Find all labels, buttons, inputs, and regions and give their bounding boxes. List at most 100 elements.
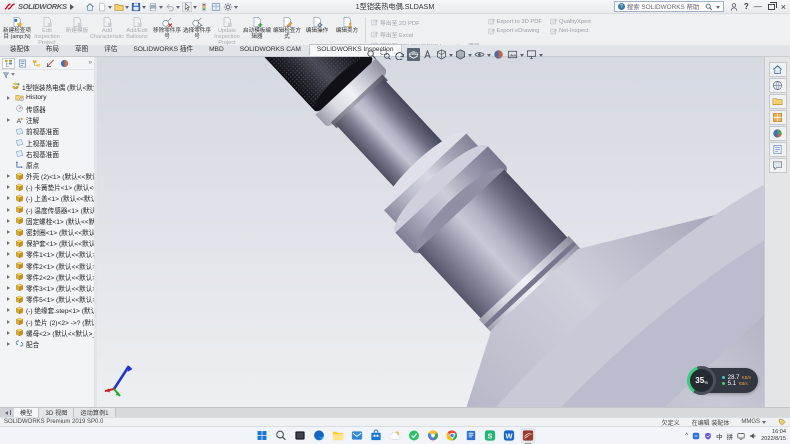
edit-vendors-button[interactable]: 编辑卖方 xyxy=(332,15,362,45)
tree-item[interactable]: (-) 卡簧垫片<1> (默认<<默认>_显 xyxy=(0,182,94,193)
ime-indicator[interactable]: 中 xyxy=(716,431,723,441)
tree-item[interactable]: 零件3<1> (默认<<默认>_显示状态 xyxy=(0,282,94,293)
design-library-icon[interactable] xyxy=(769,78,787,93)
help-search-box[interactable]: ? 搜索 SOLIDWORKS 帮助 xyxy=(614,1,724,12)
expand-arrow-icon[interactable] xyxy=(7,118,12,122)
expand-arrow-icon[interactable] xyxy=(7,264,12,268)
export-item[interactable]: 导出至 2D PDF xyxy=(371,18,480,27)
hide-show-items-caret-icon[interactable] xyxy=(487,54,491,59)
tree-item[interactable]: A注解 xyxy=(0,115,94,126)
shaft-assembly[interactable] xyxy=(97,57,764,407)
expand-arrow-icon[interactable] xyxy=(7,219,12,223)
search-dropdown-caret[interactable] xyxy=(716,6,720,11)
tree-item[interactable]: (-) 温度传感器<1> (默认<<默认>_ xyxy=(0,204,94,215)
dropdown-caret-icon[interactable] xyxy=(234,6,238,11)
dropdown-caret-icon[interactable] xyxy=(176,6,180,11)
display-lights-button[interactable] xyxy=(198,1,210,13)
options-button[interactable] xyxy=(222,1,239,13)
tree-filter-row[interactable] xyxy=(0,70,94,80)
view-settings-caret-icon[interactable] xyxy=(539,54,543,59)
taskbar-app-w-icon[interactable]: W xyxy=(502,428,517,443)
display-cast-icon[interactable] xyxy=(737,432,745,440)
expand-arrow-icon[interactable] xyxy=(7,230,12,234)
save-button[interactable] xyxy=(130,1,147,13)
dropdown-caret-icon[interactable] xyxy=(108,6,112,11)
export-item[interactable]: Net-Inspect xyxy=(550,28,591,35)
dropdown-caret-icon[interactable] xyxy=(125,6,129,11)
doc-tab-3D-视图[interactable]: 3D 视图 xyxy=(39,408,74,417)
taskbar-store-icon[interactable] xyxy=(369,428,384,443)
3d-model[interactable] xyxy=(97,57,764,407)
edit-methods-button[interactable]: 编辑检查方式 xyxy=(272,15,302,45)
home-icon[interactable] xyxy=(769,62,787,77)
expand-arrow-icon[interactable] xyxy=(7,320,12,324)
view-settings-button[interactable] xyxy=(525,48,538,61)
expand-arrow-icon[interactable] xyxy=(7,297,12,301)
expand-arrow-icon[interactable] xyxy=(7,331,12,335)
dimxpertmanager-tab[interactable] xyxy=(44,58,57,69)
tree-item[interactable]: 螺母<2> (默认<<默认>_显示状态 xyxy=(0,327,94,338)
tree-item[interactable]: 密封圈<1> (默认<<默认>_显示状 xyxy=(0,226,94,237)
tree-item[interactable]: 固定螺栓<1> (默认<<默认>_显示 xyxy=(0,215,94,226)
apply-scene-button[interactable] xyxy=(506,48,519,61)
tray-expand-icon[interactable]: ^ xyxy=(685,433,688,439)
menu-expand-arrow[interactable] xyxy=(70,4,77,10)
tree-item[interactable]: 零件2<2> (默认<<默认>_显示状态 xyxy=(0,271,94,282)
ribbon-tab-布局[interactable]: 布局 xyxy=(38,41,67,56)
update-inspection-project-button[interactable]: Update Inspection Project xyxy=(212,15,242,45)
taskbar-start-icon[interactable] xyxy=(255,428,270,443)
panel-tabs-overflow-icon[interactable]: » xyxy=(89,60,92,66)
edit-appearance-button[interactable] xyxy=(492,48,505,61)
launch-template-editor-button[interactable]: 启动模板编辑器 xyxy=(242,15,272,45)
expand-arrow-icon[interactable] xyxy=(7,286,12,290)
graphics-viewport[interactable]: 35% 28.7KB/s5.1KB/s xyxy=(97,57,764,407)
zoom-area-button[interactable] xyxy=(379,48,392,61)
expand-arrow-icon[interactable] xyxy=(7,252,12,256)
network-monitor-overlay[interactable]: 35% 28.7KB/s5.1KB/s xyxy=(689,368,758,393)
export-item[interactable]: QualityXpert xyxy=(550,18,591,25)
tree-item[interactable]: (-) 上盖<1> (默认<<默认>_显示状 xyxy=(0,193,94,204)
tree-item[interactable]: 零件5<1> (默认<<默认>_显示状态 xyxy=(0,294,94,305)
tree-item[interactable]: 配合 xyxy=(0,338,94,349)
tree-item[interactable]: 外壳 (2)<1> (默认<<默认>_显示状 xyxy=(0,171,94,182)
restore-button[interactable] xyxy=(768,4,775,10)
expand-arrow-icon[interactable] xyxy=(7,275,12,279)
expand-arrow-icon[interactable] xyxy=(7,208,12,212)
ribbon-tab-评估[interactable]: 评估 xyxy=(96,41,125,56)
tree-item[interactable]: 零件1<1> (默认<<默认>_显示状态 xyxy=(0,249,94,260)
ribbon-tab-solidworks-cam[interactable]: SOLIDWORKS CAM xyxy=(232,44,309,56)
new-document-button[interactable] xyxy=(96,1,113,13)
configurationmanager-tab[interactable] xyxy=(30,58,43,69)
search-icon[interactable] xyxy=(705,3,713,11)
doc-tab-模型[interactable]: 模型 xyxy=(14,408,39,417)
sign-in-icon[interactable] xyxy=(729,2,739,12)
volume-icon[interactable] xyxy=(749,432,757,440)
tray-app-icon[interactable] xyxy=(692,432,700,440)
propertymanager-tab[interactable] xyxy=(16,58,29,69)
select-button[interactable] xyxy=(181,1,198,13)
tree-item[interactable]: 前视基准面 xyxy=(0,126,94,137)
taskbar-task-view-icon[interactable] xyxy=(293,428,308,443)
close-button[interactable]: × xyxy=(781,3,786,11)
undo-button[interactable] xyxy=(164,1,181,13)
export-item[interactable]: Export to 3D PDF xyxy=(488,18,542,25)
clock[interactable]: 16:04 2022/8/15 xyxy=(761,429,786,441)
expand-arrow-icon[interactable] xyxy=(7,174,12,178)
ime-mode-indicator[interactable]: 拼 xyxy=(727,431,734,441)
view-orientation-button[interactable] xyxy=(435,48,448,61)
annotation-views-button[interactable] xyxy=(421,48,434,61)
taskbar-chrome-icon[interactable] xyxy=(445,428,460,443)
display-style-button[interactable] xyxy=(454,48,467,61)
file-explorer-icon[interactable] xyxy=(769,94,787,109)
expand-arrow-icon[interactable] xyxy=(7,241,12,245)
section-view-button[interactable] xyxy=(407,48,420,61)
taskbar-edge-icon[interactable] xyxy=(312,428,327,443)
ribbon-tab-装配体[interactable]: 装配体 xyxy=(2,41,38,56)
display-grid-button[interactable] xyxy=(210,1,222,13)
taskbar-search-icon[interactable] xyxy=(274,428,289,443)
appearances-icon[interactable] xyxy=(769,126,787,141)
ribbon-tab-草图[interactable]: 草图 xyxy=(67,41,96,56)
taskbar-app-colorwheel-icon[interactable] xyxy=(426,428,441,443)
taskbar-mail-icon[interactable] xyxy=(350,428,365,443)
custom-properties-icon[interactable] xyxy=(769,142,787,157)
